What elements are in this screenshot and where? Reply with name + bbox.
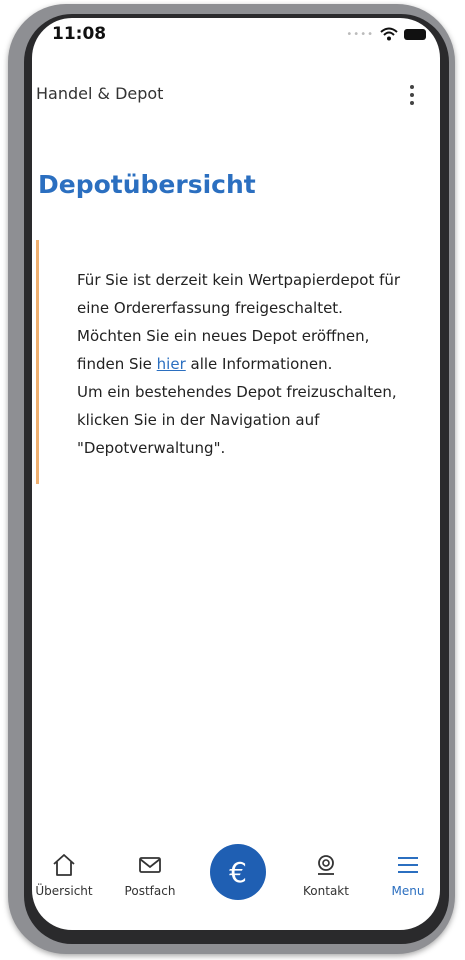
- euro-action-button[interactable]: €: [210, 844, 266, 900]
- euro-icon: €: [229, 855, 247, 889]
- tab-uebersicht[interactable]: Übersicht: [32, 852, 104, 908]
- dot-icon: [410, 93, 414, 97]
- info-text-part2: alle Informationen.: [185, 355, 333, 373]
- info-text: Für Sie ist derzeit kein Wertpapierdepot…: [77, 266, 407, 462]
- menu-icon: [398, 857, 418, 873]
- info-box: Für Sie ist derzeit kein Wertpapierdepot…: [36, 240, 413, 484]
- tab-postfach[interactable]: Postfach: [110, 852, 190, 908]
- header-title: Handel & Depot: [36, 84, 164, 103]
- page-title: Depotübersicht: [38, 170, 256, 199]
- signal-icon: ••••: [346, 28, 374, 40]
- tab-menu[interactable]: Menu: [368, 852, 440, 908]
- battery-icon: [404, 28, 426, 40]
- app-header: Handel & Depot: [32, 80, 440, 114]
- contact-icon: [318, 855, 334, 875]
- info-text-part3: Um ein bestehendes Depot freizuschalten,…: [77, 383, 397, 457]
- tab-label: Menu: [391, 884, 425, 898]
- mail-icon: [139, 857, 161, 873]
- wifi-icon: [380, 27, 398, 41]
- info-link-hier[interactable]: hier: [157, 355, 186, 373]
- home-icon: [53, 854, 75, 876]
- status-icons: ••••: [346, 27, 426, 41]
- bottom-tabbar: Übersicht Postfach € Kontakt Menu: [32, 842, 440, 922]
- dot-icon: [410, 85, 414, 89]
- status-bar: 11:08 ••••: [32, 18, 440, 54]
- phone-screen: 11:08 •••• Handel & Depot Depotübersicht…: [32, 18, 440, 930]
- tab-kontakt[interactable]: Kontakt: [286, 852, 366, 908]
- status-time: 11:08: [52, 24, 107, 44]
- dot-icon: [410, 101, 414, 105]
- tab-label: Postfach: [124, 884, 176, 898]
- more-options-button[interactable]: [402, 80, 422, 110]
- tab-label: Übersicht: [35, 884, 93, 898]
- tab-label: Kontakt: [303, 884, 349, 898]
